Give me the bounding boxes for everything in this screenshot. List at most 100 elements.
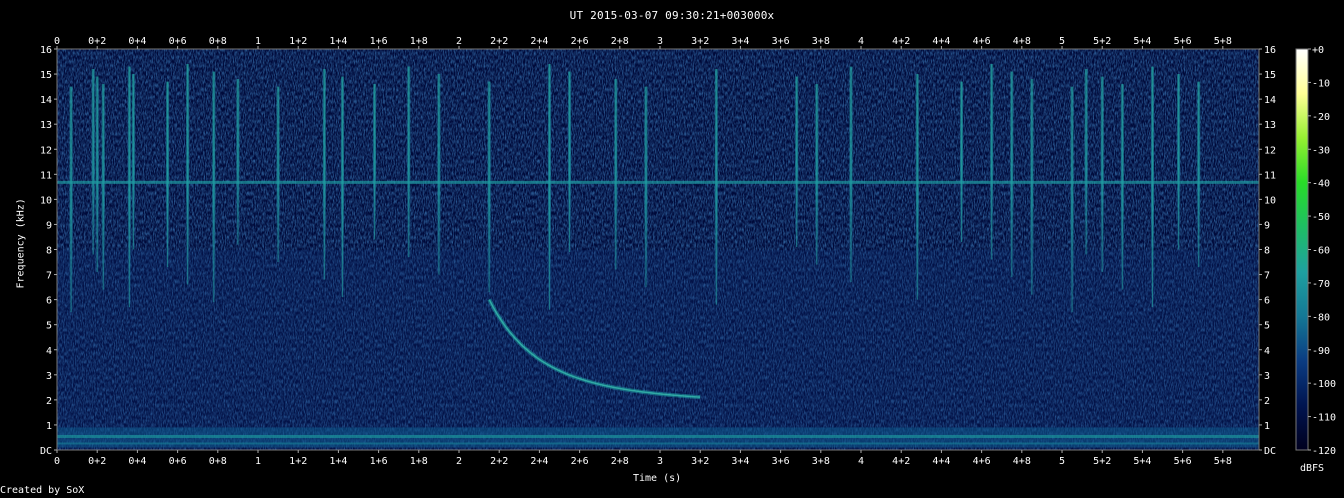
x-tick-label: 1+8 — [410, 36, 428, 47]
impulse-core — [1101, 76, 1103, 273]
y-tick-label: 14 — [1264, 95, 1276, 106]
y-tick-label: 14 — [40, 95, 52, 106]
x-tick-label: 5+4 — [1133, 36, 1151, 47]
y-ticks-right: DC12345678910111213141516 — [1259, 45, 1276, 457]
credit-text: Created by SoX — [0, 485, 85, 496]
x-tick-label: 0 — [54, 36, 60, 47]
y-tick-label: 13 — [40, 120, 52, 131]
impulse-core — [615, 79, 617, 270]
impulse-core — [1121, 84, 1123, 290]
y-tick-label: 15 — [40, 70, 52, 81]
x-tick-label: 2+4 — [530, 36, 548, 47]
impulse-core — [1085, 69, 1087, 255]
impulse-core — [374, 84, 376, 240]
y-tick-label: 13 — [1264, 120, 1276, 131]
x-tick-label: 3+8 — [812, 456, 830, 467]
x-tick-label: 5+6 — [1174, 36, 1192, 47]
impulse-core — [488, 81, 490, 293]
impulse-core — [102, 84, 104, 290]
x-tick-label: 3+4 — [731, 36, 749, 47]
y-tick-label: 8 — [1264, 246, 1270, 257]
x-tick-label: 4+4 — [932, 36, 950, 47]
x-tick-label: 3+6 — [772, 36, 790, 47]
x-tick-label: 5+2 — [1093, 456, 1111, 467]
x-tick-label: 2+8 — [611, 456, 629, 467]
impulse-core — [323, 69, 325, 280]
x-tick-label: 4+2 — [892, 456, 910, 467]
y-tick-label: 4 — [46, 346, 52, 357]
x-tick-label: 2+8 — [611, 36, 629, 47]
impulse-core — [70, 86, 72, 313]
x-tick-label: 0+2 — [88, 456, 106, 467]
x-tick-label: 0+4 — [128, 456, 146, 467]
x-tick-label: 0+6 — [169, 456, 187, 467]
x-tick-label: 5+4 — [1133, 456, 1151, 467]
impulse-core — [1011, 71, 1013, 278]
y-tick-label: 16 — [1264, 45, 1276, 56]
impulse-core — [167, 81, 169, 268]
plot-lower-glow — [57, 250, 1259, 450]
impulse-core — [1198, 81, 1200, 268]
y-tick-label: 9 — [46, 220, 52, 231]
x-tick-label: 4+8 — [1013, 456, 1031, 467]
x-tick-label: 4 — [858, 456, 864, 467]
impulse-core — [1178, 74, 1180, 250]
y-tick-label: 8 — [46, 246, 52, 257]
impulse-core — [850, 66, 852, 283]
colorbar-tick-label: -100 — [1312, 379, 1336, 390]
colorbar-ticks: +0 -10 -20 -30 -40 -50 -60 -70 -80 -90 -100 -110 -12… — [1308, 45, 1336, 457]
impulse-core — [438, 74, 440, 275]
x-tick-label: 2+6 — [571, 456, 589, 467]
colorbar-tick-label: -30 — [1312, 145, 1330, 156]
x-tick-label: 2 — [456, 36, 462, 47]
impulse-core — [341, 76, 343, 298]
x-tick-label: 0+8 — [209, 36, 227, 47]
impulse-core — [816, 84, 818, 265]
x-tick-label: 2 — [456, 456, 462, 467]
x-tick-label: 4+2 — [892, 36, 910, 47]
y-tick-label: 6 — [46, 296, 52, 307]
x-tick-label: 0+6 — [169, 36, 187, 47]
x-tick-label: 1+2 — [289, 36, 307, 47]
impulse-core — [213, 71, 215, 303]
x-axis-label: Time (s) — [633, 473, 682, 484]
impulse-core — [92, 69, 94, 255]
impulse-core — [1031, 79, 1033, 295]
x-tick-label: 1 — [255, 456, 261, 467]
colorbar-tick-label: -90 — [1312, 346, 1330, 357]
narrowband-line — [57, 180, 1259, 184]
y-tick-label: DC — [1264, 446, 1276, 457]
x-tick-label: 1 — [255, 36, 261, 47]
impulse-core — [132, 74, 134, 250]
y-axis-label: Frequency (kHz) — [15, 198, 27, 289]
colorbar-tick-label: -60 — [1312, 246, 1330, 257]
x-tick-label: 2+2 — [490, 456, 508, 467]
x-tick-label: 2+6 — [571, 36, 589, 47]
y-tick-label: 1 — [1264, 421, 1270, 432]
colorbar-tick-label: -20 — [1312, 112, 1330, 123]
x-tick-label: 1+2 — [289, 456, 307, 467]
x-tick-label: 1+4 — [329, 36, 347, 47]
x-tick-label: 0+2 — [88, 36, 106, 47]
impulse-core — [237, 79, 239, 245]
x-tick-label: 3+2 — [691, 36, 709, 47]
low-band-line — [57, 434, 1259, 438]
colorbar-label: dBFS — [1300, 463, 1325, 474]
y-tick-label: 6 — [1264, 296, 1270, 307]
y-tick-label: 9 — [1264, 220, 1270, 231]
impulse-core — [408, 66, 410, 258]
colorbar-tick-label: -70 — [1312, 279, 1330, 290]
y-tick-label: 10 — [40, 195, 52, 206]
impulse-core — [569, 71, 571, 253]
x-tick-label: 3+4 — [731, 456, 749, 467]
y-tick-label: 5 — [46, 321, 52, 332]
x-tick-label: 4+4 — [932, 456, 950, 467]
y-tick-label: 16 — [40, 45, 52, 56]
y-tick-label: 12 — [1264, 145, 1276, 156]
impulse-core — [1071, 86, 1073, 313]
low-band-line — [57, 442, 1259, 445]
impulse-core — [715, 69, 717, 305]
colorbar-tick-label: -50 — [1312, 212, 1330, 223]
x-tick-label: 5 — [1059, 456, 1065, 467]
x-tick-label: 5+2 — [1093, 36, 1111, 47]
